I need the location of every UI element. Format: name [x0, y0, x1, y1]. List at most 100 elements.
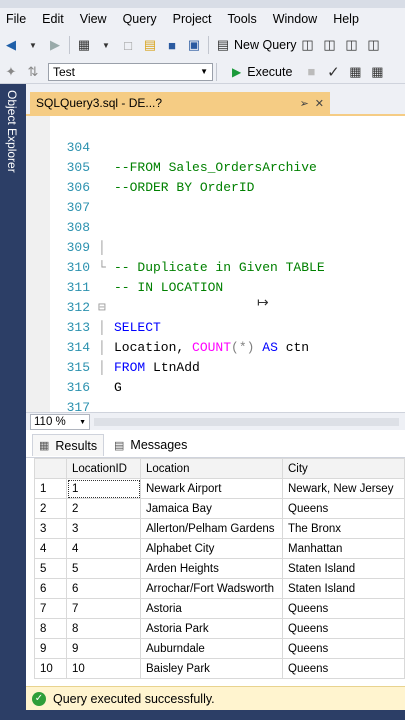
execute-button[interactable]: ▶ Execute	[232, 65, 292, 79]
table-cell[interactable]: Staten Island	[282, 558, 405, 579]
table-cell[interactable]: Newark, New Jersey	[282, 478, 405, 499]
table-cell[interactable]: Jamaica Bay	[140, 498, 283, 519]
table-cell[interactable]: 6	[66, 578, 141, 599]
table-cell[interactable]: 9	[66, 638, 141, 659]
table-cell[interactable]: 3	[66, 518, 141, 539]
table-cell[interactable]: 1	[66, 478, 141, 499]
menu-project[interactable]: Project	[165, 8, 220, 30]
menu-query[interactable]: Query	[115, 8, 165, 30]
tab-results[interactable]: ▦ Results	[32, 434, 105, 456]
table-row[interactable]: 9 9 Auburndale Queens	[34, 638, 405, 659]
forward-icon[interactable]: ▶	[46, 35, 64, 55]
table-cell[interactable]: Arrochar/Fort Wadsworth	[140, 578, 283, 599]
menu-help[interactable]: Help	[325, 8, 367, 30]
table-cell[interactable]: Queens	[282, 638, 405, 659]
table-cell[interactable]: 7	[66, 598, 141, 619]
close-icon[interactable]: ✕	[315, 97, 324, 110]
new-query-button[interactable]: New Query	[234, 38, 297, 52]
tab-messages[interactable]: ▤ Messages	[108, 434, 193, 456]
row-number[interactable]: 7	[34, 598, 67, 619]
table-row[interactable]: 8 8 Astoria Park Queens	[34, 618, 405, 639]
parse-check-icon[interactable]: ✓	[324, 62, 342, 82]
mdx-query-icon[interactable]: ◫	[321, 35, 339, 55]
dmx-query-icon[interactable]: ◫	[343, 35, 361, 55]
table-row[interactable]: 3 3 Allerton/Pelham Gardens The Bronx	[34, 518, 405, 539]
table-row[interactable]: 10 10 Baisley Park Queens	[34, 658, 405, 679]
table-cell[interactable]: Queens	[282, 658, 405, 679]
row-number[interactable]: 4	[34, 538, 67, 559]
row-number[interactable]: 5	[34, 558, 67, 579]
table-cell[interactable]: Alphabet City	[140, 538, 283, 559]
column-header[interactable]: LocationID	[66, 458, 141, 479]
menu-tools[interactable]: Tools	[220, 8, 265, 30]
table-cell[interactable]: Staten Island	[282, 578, 405, 599]
database-engine-query-icon[interactable]: ◫	[299, 35, 317, 55]
table-cell[interactable]: Arden Heights	[140, 558, 283, 579]
status-message: Query executed successfully.	[53, 691, 215, 706]
code-line: 316	[50, 358, 405, 395]
save-all-icon[interactable]: ▣	[185, 35, 203, 55]
pin-icon[interactable]: ➢	[300, 97, 309, 110]
column-header[interactable]	[34, 458, 67, 479]
estimated-plan-icon[interactable]: ▦	[346, 62, 364, 82]
table-cell[interactable]: Newark Airport	[140, 478, 283, 499]
table-row[interactable]: 5 5 Arden Heights Staten Island	[34, 558, 405, 579]
table-cell[interactable]: Auburndale	[140, 638, 283, 659]
row-number[interactable]: 10	[34, 658, 67, 679]
add-item-icon[interactable]: □	[119, 35, 137, 55]
stop-icon[interactable]: ■	[302, 62, 320, 82]
row-number[interactable]: 6	[34, 578, 67, 599]
database-select[interactable]: Test ▼	[48, 62, 213, 81]
xmla-query-icon[interactable]: ◫	[365, 35, 383, 55]
dropdown-arrow-icon[interactable]: ▼	[97, 35, 115, 55]
save-icon[interactable]: ■	[163, 35, 181, 55]
table-cell[interactable]: Queens	[282, 598, 405, 619]
code-line: 311 ⊟ SELECT	[50, 258, 405, 335]
object-explorer-panel[interactable]: Object Explorer	[0, 84, 26, 710]
open-folder-icon[interactable]: ▤	[141, 35, 159, 55]
table-cell[interactable]: 2	[66, 498, 141, 519]
connect-icon[interactable]: ✦	[2, 62, 20, 82]
row-number[interactable]: 9	[34, 638, 67, 659]
table-cell[interactable]: 10	[66, 658, 141, 679]
sql-editor[interactable]: 304 --FROM Sales_OrdersArchive 305 --ORD…	[26, 116, 405, 435]
menu-view[interactable]: View	[72, 8, 115, 30]
zoom-select[interactable]: 110 % ▼	[30, 414, 90, 430]
table-cell[interactable]: Manhattan	[282, 538, 405, 559]
table-cell[interactable]: Queens	[282, 498, 405, 519]
table-cell[interactable]: Astoria Park	[140, 618, 283, 639]
change-connection-icon[interactable]: ⇅	[24, 62, 42, 82]
tab-sqlquery3[interactable]: SQLQuery3.sql - DE...? ➢ ✕	[30, 92, 330, 114]
menu-window[interactable]: Window	[265, 8, 325, 30]
column-header[interactable]: Location	[140, 458, 283, 479]
new-query-icon[interactable]: ▤	[214, 35, 232, 55]
table-row[interactable]: 6 6 Arrochar/Fort Wadsworth Staten Islan…	[34, 578, 405, 599]
horizontal-scrollbar[interactable]	[94, 418, 399, 426]
dropdown-arrow-icon[interactable]: ▼	[24, 35, 42, 55]
row-number[interactable]: 3	[34, 518, 67, 539]
column-header[interactable]: City	[282, 458, 405, 479]
code-line: 317	[50, 378, 405, 415]
table-cell[interactable]: The Bronx	[282, 518, 405, 539]
object-explorer-label[interactable]: Object Explorer	[5, 90, 19, 173]
table-cell[interactable]: Baisley Park	[140, 658, 283, 679]
row-number[interactable]: 2	[34, 498, 67, 519]
row-number[interactable]: 8	[34, 618, 67, 639]
table-cell[interactable]: Queens	[282, 618, 405, 639]
table-cell[interactable]: 8	[66, 618, 141, 639]
table-cell[interactable]: 5	[66, 558, 141, 579]
table-cell[interactable]: Allerton/Pelham Gardens	[140, 518, 283, 539]
row-number[interactable]: 1	[34, 478, 67, 499]
table-row[interactable]: 1 1 Newark Airport Newark, New Jersey	[34, 478, 405, 499]
new-project-icon[interactable]: ▦	[75, 35, 93, 55]
table-cell[interactable]: 4	[66, 538, 141, 559]
table-row[interactable]: 2 2 Jamaica Bay Queens	[34, 498, 405, 519]
table-cell[interactable]: Astoria	[140, 598, 283, 619]
table-row[interactable]: 4 4 Alphabet City Manhattan	[34, 538, 405, 559]
table-row[interactable]: 7 7 Astoria Queens	[34, 598, 405, 619]
results-grid-icon[interactable]: ▦	[368, 62, 386, 82]
menu-file[interactable]: File	[0, 8, 34, 30]
back-icon[interactable]: ◀	[2, 35, 20, 55]
results-grid[interactable]: LocationID Location City 1 1 Newark Airp…	[34, 458, 405, 679]
menu-edit[interactable]: Edit	[34, 8, 72, 30]
